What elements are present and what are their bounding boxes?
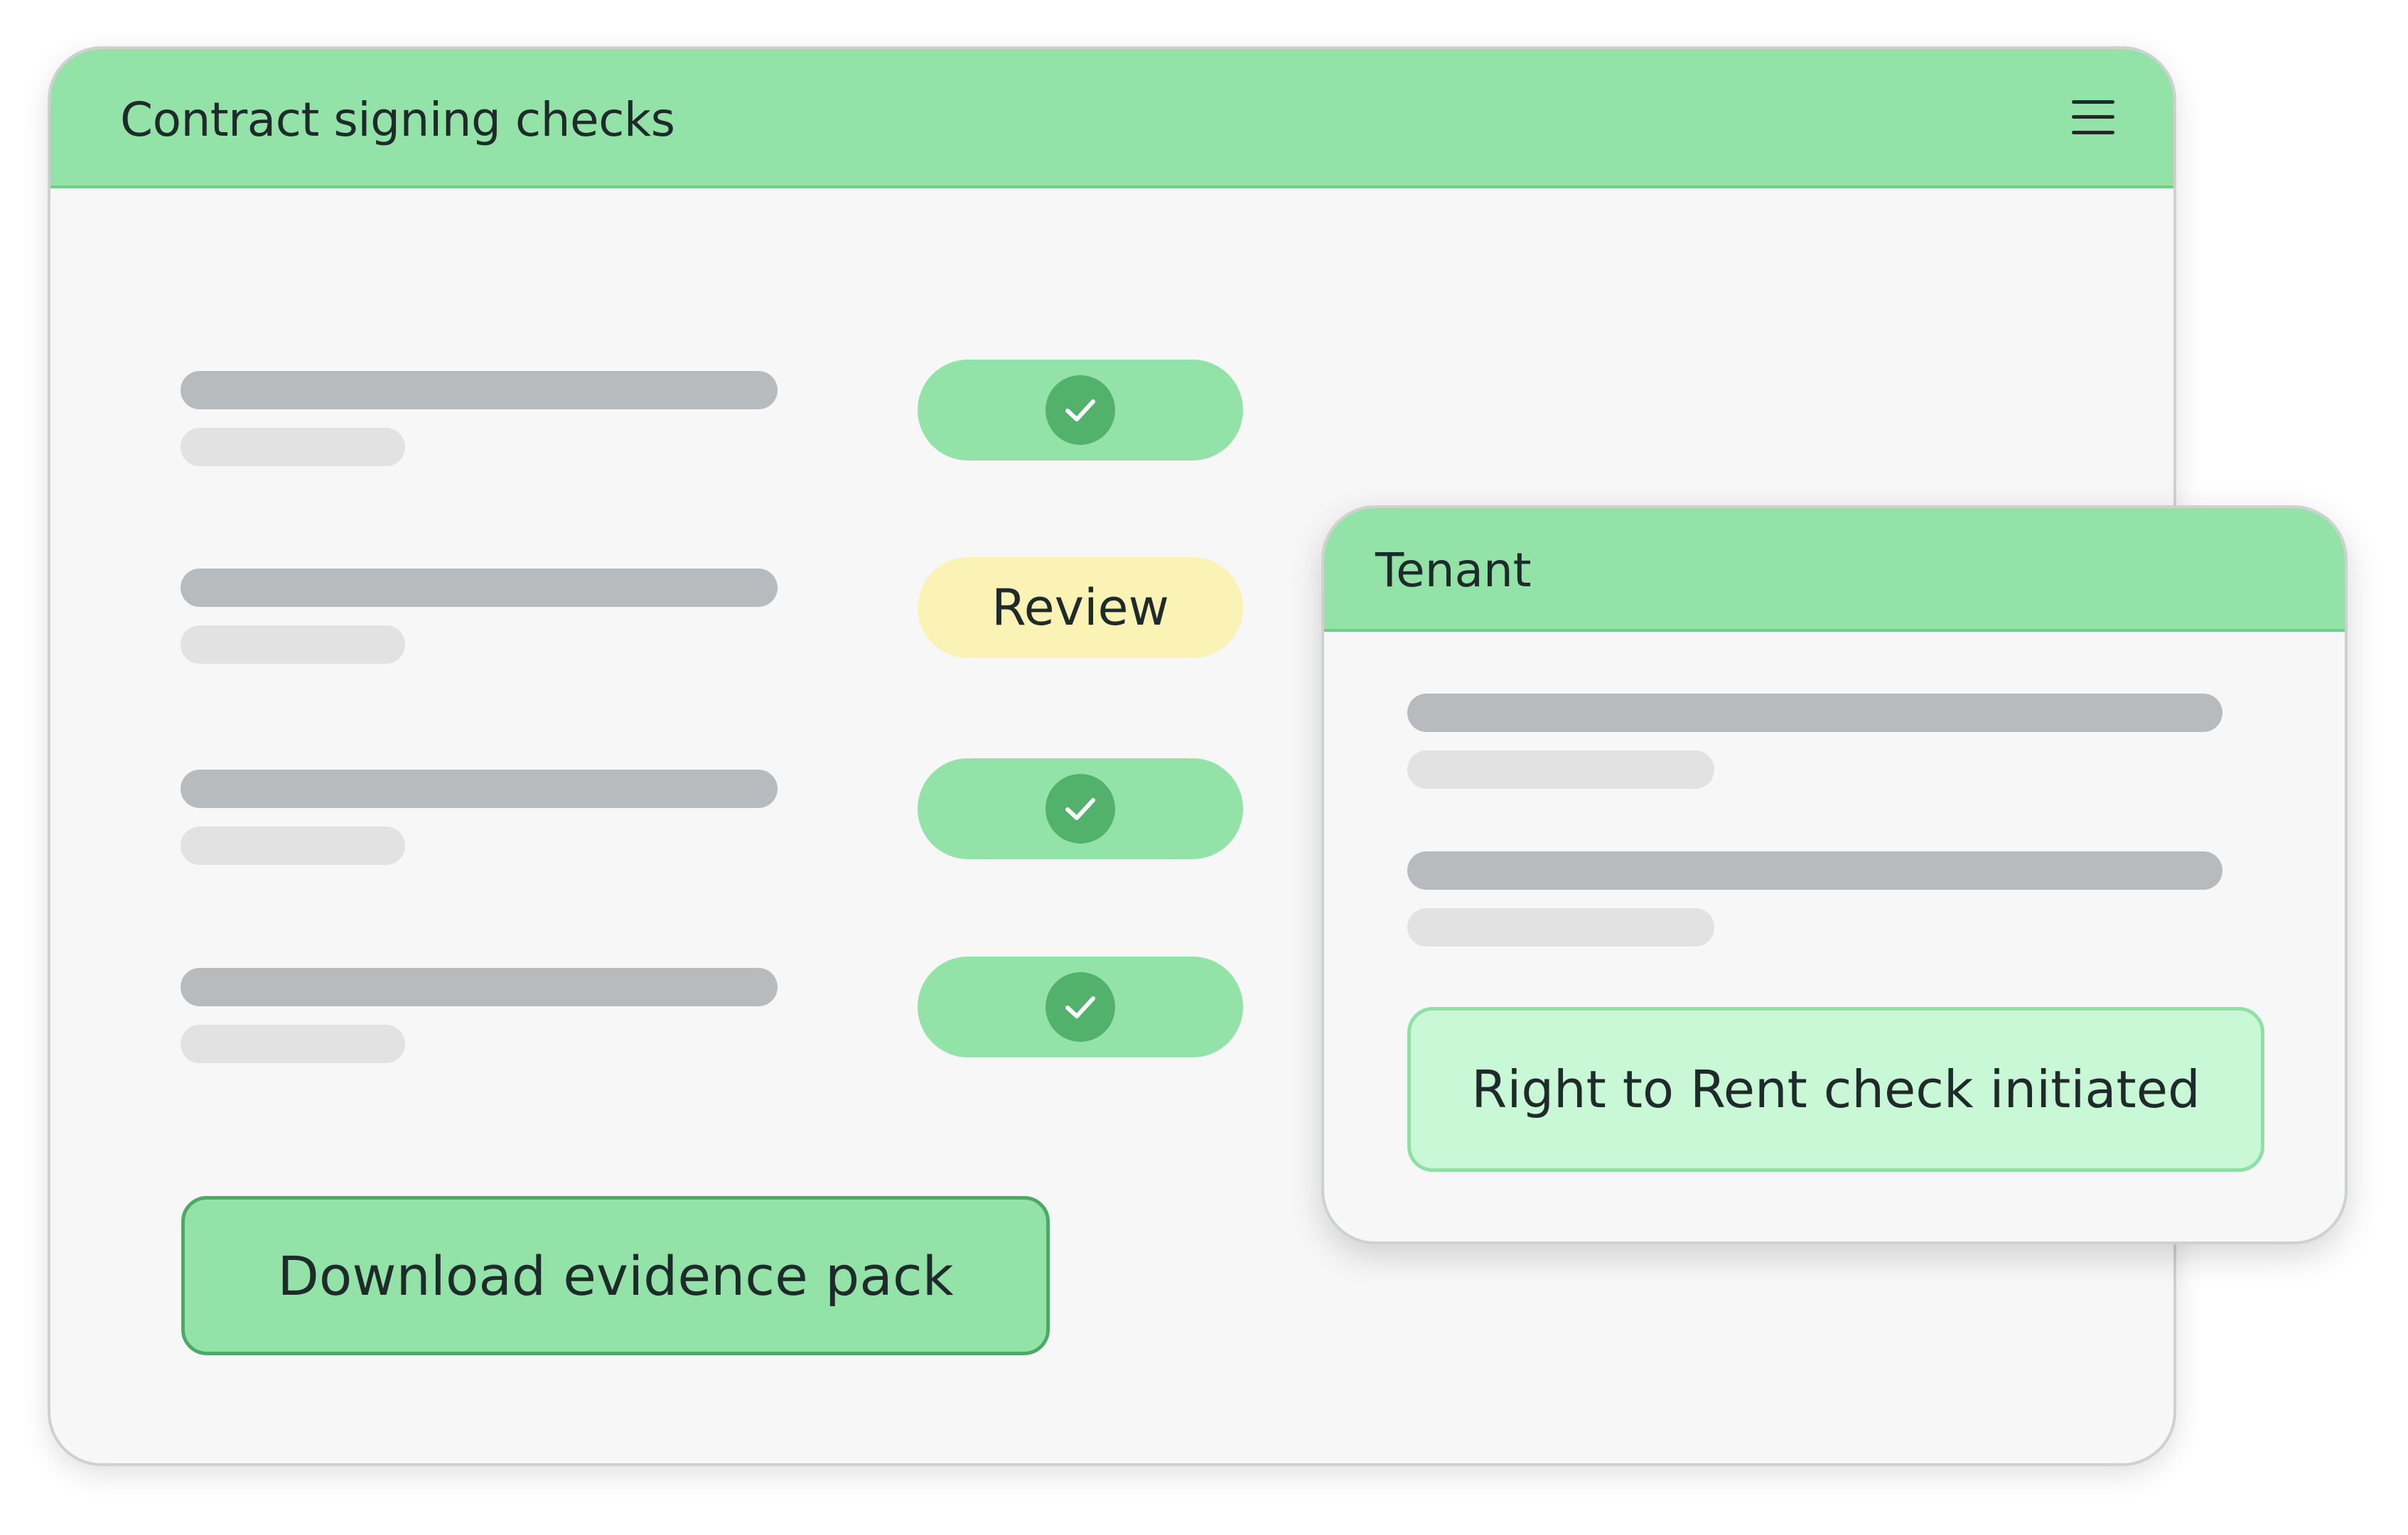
check-row: Review [181, 557, 1268, 664]
status-pill-review[interactable]: Review [918, 557, 1243, 658]
placeholder-line [1407, 851, 2222, 890]
check-row [181, 758, 1268, 865]
status-pill-passed[interactable] [918, 957, 1243, 1057]
tenant-card-header: Tenant [1324, 508, 2345, 632]
right-to-rent-status: Right to Rent check initiated [1407, 1007, 2264, 1172]
window-title: Contract signing checks [120, 92, 675, 147]
tenant-card: Tenant Right to Rent check initiated [1321, 505, 2348, 1244]
placeholder-line [181, 371, 778, 409]
status-pill-passed[interactable] [918, 360, 1243, 460]
status-pill-passed[interactable] [918, 758, 1243, 859]
placeholder-line [181, 968, 778, 1006]
placeholder-subline [1407, 750, 1714, 789]
checkmark-icon [1046, 375, 1115, 445]
placeholder-line [1407, 694, 2222, 732]
placeholder-subline [181, 625, 405, 664]
review-label: Review [991, 578, 1169, 637]
check-row [181, 957, 1268, 1063]
tenant-card-title: Tenant [1375, 543, 1532, 598]
checkmark-icon [1046, 774, 1115, 844]
checkmark-icon [1046, 972, 1115, 1042]
check-row [181, 360, 1268, 466]
window-header: Contract signing checks [50, 49, 2173, 188]
placeholder-subline [1407, 908, 1714, 947]
placeholder-subline [181, 1025, 405, 1063]
placeholder-subline [181, 428, 405, 466]
placeholder-line [181, 770, 778, 808]
placeholder-line [181, 569, 778, 607]
hamburger-menu-icon[interactable] [2072, 100, 2114, 134]
download-evidence-pack-button[interactable]: Download evidence pack [181, 1196, 1050, 1355]
placeholder-subline [181, 826, 405, 865]
